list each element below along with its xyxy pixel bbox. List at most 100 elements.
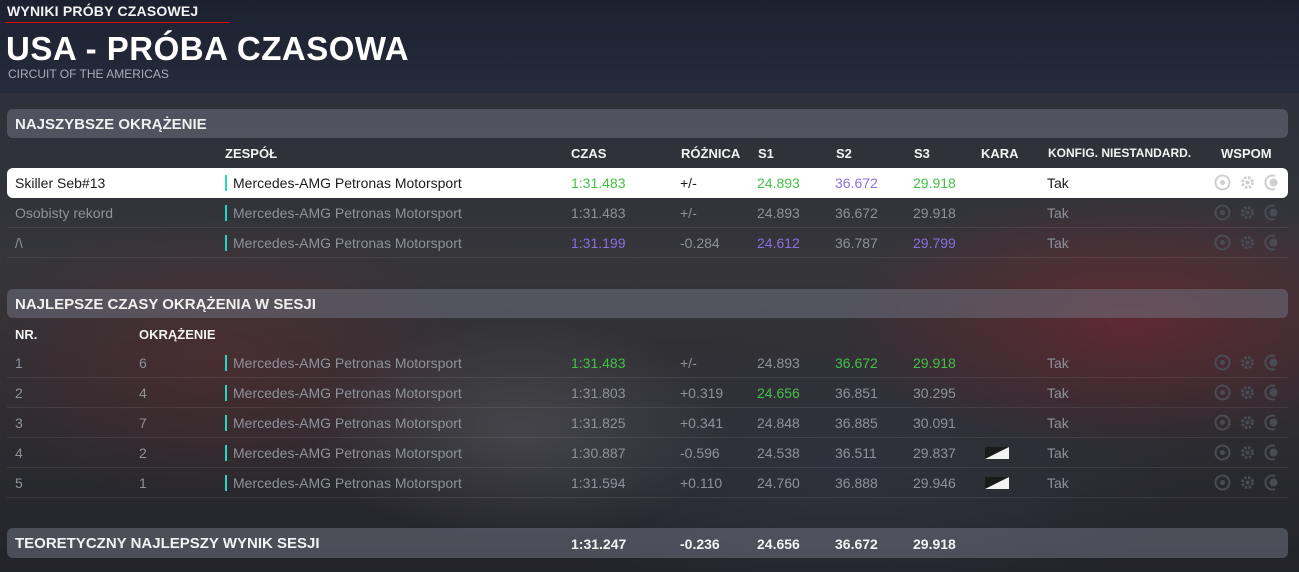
- col-nr: NR.: [15, 327, 38, 342]
- session-row[interactable]: 1 6 Mercedes-AMG Petronas Motorsport 1:3…: [7, 348, 1288, 378]
- fastest-row-player[interactable]: Skiller Seb#13 Mercedes-AMG Petronas Mot…: [7, 168, 1288, 198]
- lap-diff: -0.284: [680, 235, 720, 251]
- assists-icons: [1214, 474, 1284, 492]
- braking-assist-icon: [1264, 204, 1281, 221]
- col-s1: S1: [758, 146, 774, 161]
- custom-config: Tak: [1047, 235, 1069, 251]
- steering-assist-icon: [1214, 204, 1231, 221]
- session-row[interactable]: 2 4 Mercedes-AMG Petronas Motorsport 1:3…: [7, 378, 1288, 408]
- gear-icon: [1239, 204, 1256, 221]
- assists-icons: [1214, 444, 1284, 462]
- sector-2: 36.672: [835, 205, 878, 221]
- sector-3: 30.091: [913, 415, 956, 431]
- breadcrumb-underline: [5, 22, 230, 23]
- team-name: Mercedes-AMG Petronas Motorsport: [233, 415, 462, 431]
- sector-2: 36.672: [835, 355, 878, 371]
- lap-number: 6: [139, 355, 147, 371]
- lap-diff: -0.596: [680, 445, 720, 461]
- track-limits-flag-icon: [985, 447, 1009, 459]
- lap-diff: +/-: [680, 355, 697, 371]
- team-name: Mercedes-AMG Petronas Motorsport: [233, 385, 462, 401]
- fastest-lap-section-header: NAJSZYBSZE OKRĄŻENIE: [7, 109, 1288, 138]
- session-row[interactable]: 3 7 Mercedes-AMG Petronas Motorsport 1:3…: [7, 408, 1288, 438]
- assists-icons: [1214, 414, 1284, 432]
- gear-icon: [1239, 414, 1256, 431]
- braking-assist-icon: [1264, 444, 1281, 461]
- gear-icon: [1239, 474, 1256, 491]
- theoretical-best-label: TEORETYCZNY NAJLEPSZY WYNIK SESJI: [15, 535, 320, 552]
- sector-3: 29.837: [913, 445, 956, 461]
- sector-2: 36.672: [835, 175, 878, 191]
- custom-config: Tak: [1047, 445, 1069, 461]
- theoretical-s2: 36.672: [835, 536, 878, 552]
- team-color-bar: [225, 475, 227, 491]
- gear-icon: [1239, 354, 1256, 371]
- header: WYNIKI PRÓBY CZASOWEJ USA - PRÓBA CZASOW…: [0, 0, 1299, 93]
- sector-1: 24.760: [757, 475, 800, 491]
- sector-3: 29.799: [913, 235, 956, 251]
- row-nr: 3: [15, 415, 23, 431]
- col-lap: OKRĄŻENIE: [139, 327, 216, 342]
- assists-icons: [1214, 234, 1284, 252]
- team-name: Mercedes-AMG Petronas Motorsport: [233, 355, 462, 371]
- lap-time: 1:31.483: [571, 205, 626, 221]
- braking-assist-icon: [1264, 384, 1281, 401]
- session-row[interactable]: 5 1 Mercedes-AMG Petronas Motorsport 1:3…: [7, 468, 1288, 498]
- col-s2: S2: [836, 146, 852, 161]
- team-color-bar: [225, 205, 227, 221]
- team-color-bar: [225, 355, 227, 371]
- circuit-subtitle: CIRCUIT OF THE AMERICAS: [8, 67, 169, 81]
- session-best-section-title: NAJLEPSZE CZASY OKRĄŻENIA W SESJI: [15, 296, 316, 313]
- steering-assist-icon: [1214, 474, 1231, 491]
- steering-assist-icon: [1214, 354, 1231, 371]
- sector-3: 29.946: [913, 475, 956, 491]
- sector-1: 24.893: [757, 355, 800, 371]
- track-limits-flag-icon: [985, 477, 1009, 489]
- theoretical-s1: 24.656: [757, 536, 800, 552]
- team-color-bar: [225, 415, 227, 431]
- steering-assist-icon: [1214, 384, 1231, 401]
- team-name: Mercedes-AMG Petronas Motorsport: [233, 205, 462, 221]
- sector-3: 30.295: [913, 385, 956, 401]
- lap-time: 1:31.483: [571, 175, 626, 191]
- team-name: Mercedes-AMG Petronas Motorsport: [233, 475, 462, 491]
- braking-assist-icon: [1264, 474, 1281, 491]
- lap-number: 4: [139, 385, 147, 401]
- lap-time: 1:31.483: [571, 355, 626, 371]
- theoretical-best-bar: TEORETYCZNY NAJLEPSZY WYNIK SESJI 1:31.2…: [7, 528, 1288, 558]
- assists-icons: [1214, 354, 1284, 372]
- driver-name: /\: [15, 235, 23, 251]
- row-nr: 1: [15, 355, 23, 371]
- lap-diff: +0.110: [680, 475, 723, 491]
- gear-icon: [1239, 444, 1256, 461]
- row-nr: 2: [15, 385, 23, 401]
- steering-assist-icon: [1214, 174, 1231, 191]
- custom-config: Tak: [1047, 205, 1069, 221]
- sector-1: 24.538: [757, 445, 800, 461]
- team-color-bar: [225, 235, 227, 251]
- steering-assist-icon: [1214, 414, 1231, 431]
- assists-icons: [1214, 204, 1284, 222]
- sector-3: 29.918: [913, 205, 956, 221]
- assists-icons: [1214, 174, 1284, 192]
- sector-2: 36.885: [835, 415, 878, 431]
- col-assists: WSPOM: [1221, 146, 1272, 161]
- lap-time: 1:31.825: [571, 415, 626, 431]
- sector-3: 29.918: [913, 175, 956, 191]
- lap-time: 1:31.594: [571, 475, 626, 491]
- session-row[interactable]: 4 2 Mercedes-AMG Petronas Motorsport 1:3…: [7, 438, 1288, 468]
- page-title: USA - PRÓBA CZASOWA: [6, 30, 410, 67]
- col-penalty: KARA: [981, 146, 1019, 161]
- lap-time: 1:31.803: [571, 385, 626, 401]
- steering-assist-icon: [1214, 234, 1231, 251]
- team-color-bar: [225, 445, 227, 461]
- lap-time: 1:31.199: [571, 235, 626, 251]
- team-name: Mercedes-AMG Petronas Motorsport: [233, 235, 462, 251]
- driver-name: Osobisty rekord: [15, 205, 114, 221]
- custom-config: Tak: [1047, 355, 1069, 371]
- fastest-row-personal-best[interactable]: Osobisty rekord Mercedes-AMG Petronas Mo…: [7, 198, 1288, 228]
- team-color-bar: [225, 175, 227, 191]
- fastest-row-overall-best[interactable]: /\ Mercedes-AMG Petronas Motorsport 1:31…: [7, 228, 1288, 258]
- col-s3: S3: [914, 146, 930, 161]
- sector-1: 24.893: [757, 175, 800, 191]
